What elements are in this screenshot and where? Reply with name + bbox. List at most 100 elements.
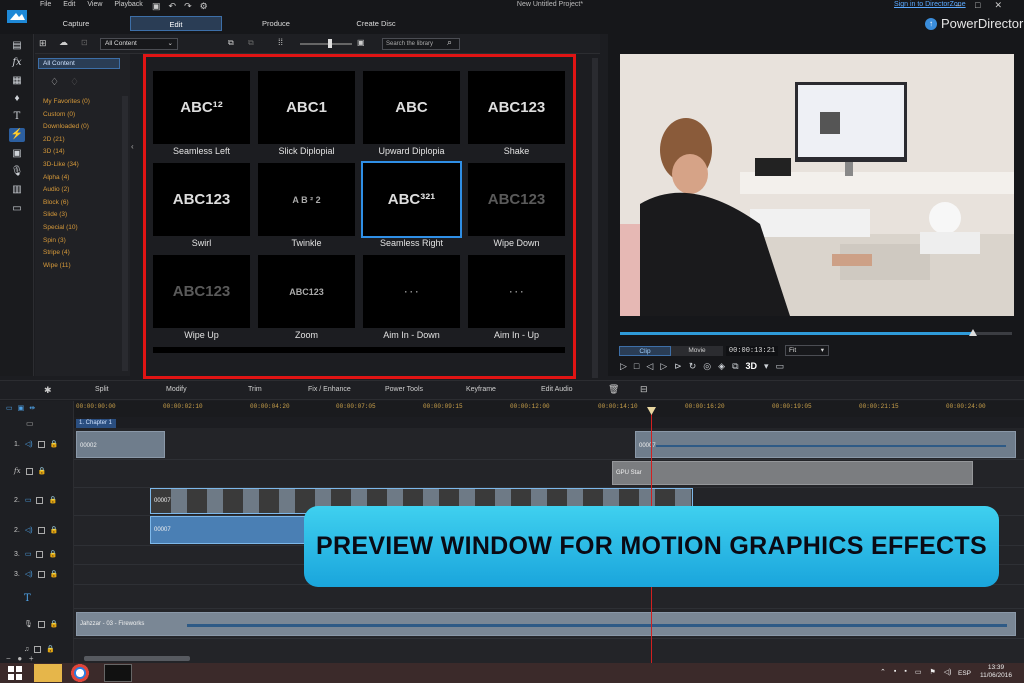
track-enable-checkbox[interactable] — [36, 496, 44, 504]
cloud-icon[interactable]: ☁ — [59, 37, 68, 48]
category-item[interactable]: Audio (2) — [43, 184, 90, 197]
track-enable-checkbox[interactable] — [25, 467, 33, 475]
chrome-icon[interactable] — [66, 664, 94, 682]
track-enable-checkbox[interactable] — [36, 550, 44, 558]
lock-icon[interactable]: 🔒 — [50, 440, 59, 448]
tab-produce[interactable]: Produce — [230, 16, 322, 31]
category-item[interactable]: Downloaded (0) — [43, 121, 90, 134]
timecode-display[interactable]: 00:00:13:21 — [726, 346, 778, 356]
music-clip[interactable]: Jahzzar - 03 - Fireworks — [76, 612, 1016, 636]
audio-clip[interactable]: 00007 — [635, 431, 1016, 458]
add-favorite-icon[interactable]: ♢ — [50, 77, 59, 88]
effect-tile[interactable]: ABC1 Slick Diplopial — [258, 71, 355, 156]
file-explorer-icon[interactable] — [34, 664, 62, 682]
chapter-marker-icon[interactable]: ▭ — [26, 419, 34, 428]
media-room-icon[interactable]: ▤ — [9, 39, 25, 53]
transition-room-icon[interactable]: ⚡ — [9, 128, 25, 142]
modify-button[interactable]: Modify — [166, 386, 187, 393]
edit-audio-button[interactable]: Edit Audio — [541, 386, 573, 393]
close-icon[interactable]: ✕ — [994, 0, 1002, 11]
fix-enhance-button[interactable]: Fix / Enhance — [308, 386, 351, 393]
category-item[interactable]: 2D (21) — [43, 134, 90, 147]
undock-icon[interactable]: ⧉ — [732, 361, 738, 372]
preview-seek-handle[interactable] — [969, 329, 977, 336]
effect-tile[interactable]: ABC123 Zoom — [258, 255, 355, 340]
effect-tile[interactable]: ABC123 Wipe Down — [468, 163, 565, 248]
fast-forward-icon[interactable]: ⊳ — [674, 361, 682, 372]
preview-settings-icon[interactable]: ▭ — [776, 361, 785, 372]
large-thumb-icon[interactable]: ▣ — [357, 38, 365, 47]
redo-icon[interactable]: ↷ — [184, 1, 192, 12]
effect-tile[interactable]: ABC¹² Seamless Left — [153, 71, 250, 156]
timeline-scrollbar[interactable] — [84, 656, 190, 661]
category-item[interactable]: My Favorites (0) — [43, 96, 90, 109]
lock-icon[interactable]: 🔒 — [48, 550, 57, 558]
tray-app-icon[interactable]: ▪ — [904, 668, 906, 676]
settings-icon[interactable]: ⚙ — [200, 1, 208, 12]
category-item[interactable]: 3D-Like (34) — [43, 159, 90, 172]
track-enable-checkbox[interactable] — [37, 570, 45, 578]
effect-tile[interactable]: ABC123 Shake — [468, 71, 565, 156]
thumbnail-size-slider[interactable] — [300, 43, 352, 45]
category-item[interactable]: Spin (3) — [43, 235, 90, 248]
category-item[interactable]: Wipe (11) — [43, 260, 90, 273]
grid-view-icon[interactable]: ⁞⁞ — [278, 37, 283, 47]
search-icon[interactable]: ⌕ — [447, 37, 452, 48]
next-frame-icon[interactable]: ▷ — [660, 361, 667, 372]
sign-in-link[interactable]: Sign in to DirectorZone — [894, 1, 966, 8]
3d-badge[interactable]: 3D — [746, 361, 758, 372]
effect-tile[interactable]: A B ² 2 Twinkle — [258, 163, 355, 248]
timeline-zoom-control[interactable]: − ● + — [6, 654, 34, 663]
timeline-mode-icon[interactable]: ▣ — [18, 404, 25, 412]
fx-clip[interactable]: GPU Star — [612, 461, 973, 485]
track-enable-checkbox[interactable] — [34, 645, 42, 653]
power-tools-button[interactable]: Power Tools — [385, 386, 423, 393]
category-scrollbar[interactable] — [122, 96, 128, 371]
lock-icon[interactable]: 🔒 — [50, 620, 59, 628]
add-to-timeline-icon[interactable]: ⧉ — [228, 38, 234, 48]
previous-frame-icon[interactable]: ◁ — [646, 361, 653, 372]
lock-icon[interactable]: 🔒 — [46, 645, 55, 653]
track-manager-icon[interactable]: ▭ — [6, 404, 13, 412]
tab-movie[interactable]: Movie — [671, 346, 723, 356]
category-item[interactable]: Block (6) — [43, 197, 90, 210]
loop-icon[interactable]: ↻ — [689, 361, 697, 372]
thumbnail-size-knob[interactable] — [328, 39, 332, 48]
tab-create-disc[interactable]: Create Disc — [330, 16, 422, 31]
tab-capture[interactable]: Capture — [30, 16, 122, 31]
snapshot-icon[interactable]: ◎ — [703, 361, 711, 372]
effect-tile[interactable]: · · · Aim In - Down — [363, 255, 460, 340]
audio-mix-room-icon[interactable]: ▣ — [9, 147, 25, 161]
category-item[interactable]: Custom (0) — [43, 109, 90, 122]
maximize-icon[interactable]: □ — [975, 0, 980, 11]
remove-favorite-icon[interactable]: ♢ — [70, 77, 79, 88]
effect-tile-selected[interactable]: ABC³²¹ Seamless Right — [361, 161, 462, 248]
import-icon[interactable]: ⊞ — [39, 38, 47, 49]
volume-icon[interactable]: ◈ — [718, 361, 725, 372]
effect-tile[interactable]: ABC Upward Diplopia — [363, 71, 460, 156]
lock-icon[interactable]: 🔒 — [38, 467, 47, 475]
menu-view[interactable]: View — [87, 1, 102, 8]
voice-over-icon[interactable]: 🎙 — [9, 165, 25, 179]
track-enable-checkbox[interactable] — [37, 620, 45, 628]
lock-icon[interactable]: 🔒 — [48, 496, 57, 504]
subtitle-room-icon[interactable]: ▭ — [9, 202, 25, 216]
category-item[interactable]: Special (10) — [43, 222, 90, 235]
fx-room-icon[interactable]: fx — [9, 56, 25, 70]
category-item[interactable]: Alpha (4) — [43, 172, 90, 185]
menu-file[interactable]: File — [40, 1, 51, 8]
3d-dropdown-icon[interactable]: ▾ — [764, 361, 769, 372]
more-icon[interactable]: ⊟ — [640, 384, 648, 395]
category-item[interactable]: Slide (3) — [43, 209, 90, 222]
track-enable-checkbox[interactable] — [37, 440, 45, 448]
audio-clip[interactable]: 00002 — [76, 431, 165, 458]
category-item[interactable]: Stripe (4) — [43, 247, 90, 260]
windows-start-icon[interactable] — [8, 666, 22, 680]
tray-app-icon[interactable]: ▪ — [894, 668, 896, 676]
tab-edit[interactable]: Edit — [130, 16, 222, 31]
keyframe-button[interactable]: Keyframe — [466, 386, 496, 393]
tab-clip[interactable]: Clip — [619, 346, 671, 356]
library-scrollbar[interactable] — [592, 58, 598, 378]
effect-tile[interactable]: ABC123 Swirl — [153, 163, 250, 248]
category-all-content[interactable]: All Content — [38, 58, 120, 69]
